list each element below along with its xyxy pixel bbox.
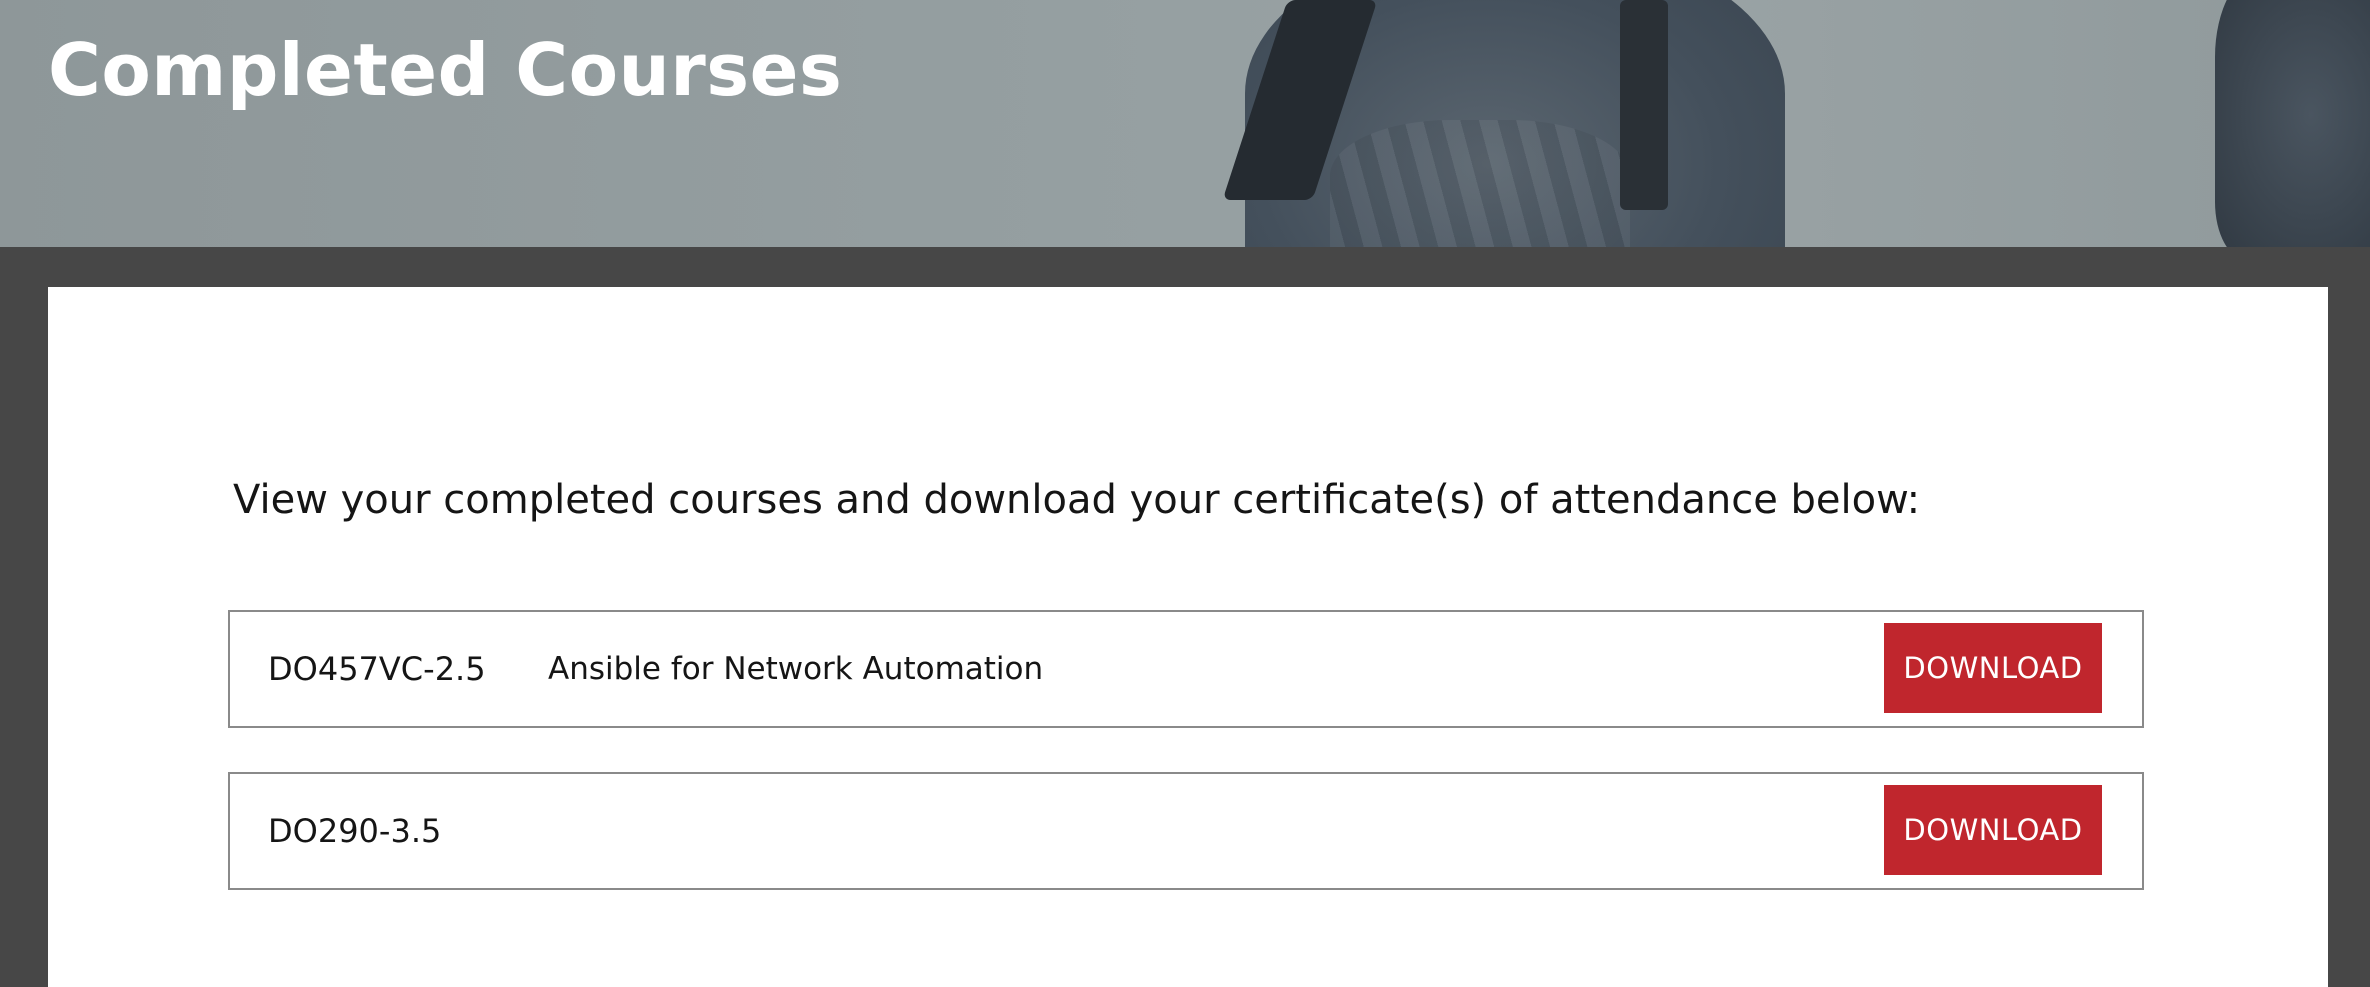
content-card: View your completed courses and download…: [48, 287, 2328, 987]
course-code: DO457VC-2.5: [268, 650, 486, 688]
intro-text: View your completed courses and download…: [233, 477, 1921, 523]
hero-image-arm: [2215, 0, 2370, 247]
course-name: Ansible for Network Automation: [548, 651, 1044, 687]
hero-image-strap-right: [1620, 0, 1668, 210]
course-row: DO290-3.5 DOWNLOAD: [228, 772, 2144, 890]
hero-banner: Completed Courses: [0, 0, 2370, 247]
download-button[interactable]: DOWNLOAD: [1884, 623, 2102, 713]
course-code: DO290-3.5: [268, 812, 442, 850]
page-title: Completed Courses: [48, 28, 843, 112]
course-row: DO457VC-2.5 Ansible for Network Automati…: [228, 610, 2144, 728]
hero-image-detail: [1330, 120, 1630, 247]
download-button[interactable]: DOWNLOAD: [1884, 785, 2102, 875]
